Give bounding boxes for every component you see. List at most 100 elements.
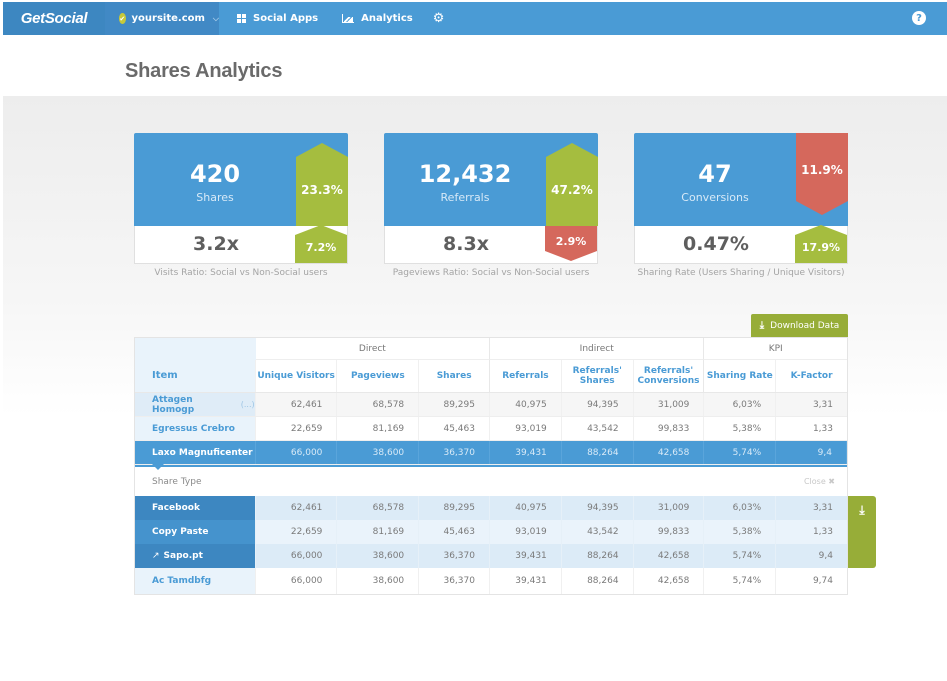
share-type-row[interactable]: Copy Paste 22,659 81,169 45,463 93,019 4…: [135, 520, 847, 544]
cell-referrals-conversions: 42,658: [634, 568, 705, 594]
cell-unique-visitors: 22,659: [255, 520, 338, 544]
help-icon[interactable]: ?: [912, 11, 926, 25]
cell-unique-visitors: 62,461: [255, 496, 338, 520]
cell-sharing-rate: 6,03%: [704, 393, 777, 416]
download-data-button[interactable]: ⤓ Download Data: [751, 314, 848, 337]
column-header-shares[interactable]: Shares: [419, 360, 491, 392]
download-icon: ⤓: [859, 503, 865, 517]
chevron-down-icon: ⌵: [212, 13, 219, 23]
share-type-cell[interactable]: ↗ Sapo.pt: [135, 544, 256, 568]
card-ratio: 8.3x: [443, 233, 489, 255]
group-header-row: Direct Indirect KPI: [135, 338, 848, 360]
trend-up-badge: 47.2%: [546, 143, 598, 226]
trend-up-badge: 17.9%: [795, 225, 847, 263]
cell-referrals-shares: 88,264: [562, 568, 634, 594]
trend-up-badge: 23.3%: [296, 143, 348, 226]
card-ratio: 0.47%: [683, 233, 749, 255]
shares-card: 420 Shares 23.3% 3.2x 7.2% Visits Ratio:…: [134, 133, 348, 278]
card-main: 12,432 Referrals: [384, 133, 546, 226]
card-top: 12,432 Referrals 47.2%: [384, 133, 598, 226]
cell-shares: 36,370: [419, 544, 490, 568]
cell-pageviews: 38,600: [337, 441, 420, 464]
share-type-row[interactable]: ↗ Sapo.pt 66,000 38,600 36,370 39,431 88,…: [135, 544, 847, 568]
cell-unique-visitors: 66,000: [255, 441, 338, 464]
getsocial-logo[interactable]: GetSocial: [3, 2, 105, 35]
referrals-card: 12,432 Referrals 47.2% 8.3x 2.9% Pagevie…: [384, 133, 598, 278]
cell-pageviews: 81,169: [337, 417, 420, 440]
cell-unique-visitors: 22,659: [256, 417, 338, 440]
cell-referrals-conversions: 99,833: [633, 520, 705, 544]
column-header-unique-visitors[interactable]: Unique Visitors: [256, 360, 338, 392]
column-header-row: Item Unique Visitors Pageviews Shares Re…: [135, 360, 847, 393]
download-share-types-button[interactable]: ⤓: [848, 496, 876, 568]
card-caption: Pageviews Ratio: Social vs Non-Social us…: [392, 268, 590, 278]
cell-k-factor: 3,31: [776, 393, 847, 416]
close-button[interactable]: Close ✖: [804, 477, 835, 486]
cell-k-factor: 1,33: [812, 423, 833, 434]
nav-analytics[interactable]: Analytics: [336, 2, 419, 35]
cell-unique-visitors: 66,000: [256, 568, 338, 594]
gear-icon[interactable]: ⚙: [433, 11, 445, 26]
cell-referrals: 40,975: [489, 393, 562, 416]
share-type-cell[interactable]: Facebook: [135, 496, 256, 520]
cell-referrals: 39,431: [489, 544, 562, 568]
card-top: 47 Conversions 11.9%: [634, 133, 848, 226]
item-cell[interactable]: Egressus Crebro: [135, 417, 256, 440]
share-type-label: Share Type: [152, 476, 202, 487]
cell-referrals: 93,019: [490, 417, 562, 440]
cell-referrals-shares: 94,395: [561, 496, 634, 520]
item-cell[interactable]: Laxo Magnuficenter: [135, 441, 256, 464]
item-group-spacer: [135, 338, 256, 360]
page-header: Shares Analytics: [3, 35, 947, 96]
column-header-referrals[interactable]: Referrals: [490, 360, 562, 392]
analytics-table: Direct Indirect KPI Item Unique Visitors…: [134, 337, 848, 595]
card-value: 420: [189, 160, 241, 188]
column-header-referrals-conversions[interactable]: Referrals' Conversions: [634, 360, 705, 392]
share-type-cell[interactable]: Copy Paste: [135, 520, 256, 544]
cell-referrals-shares: 88,264: [561, 441, 634, 464]
cell-referrals: 39,431: [490, 568, 562, 594]
cell-sharing-rate: 6,03%: [704, 496, 777, 520]
cell-referrals: 93,019: [489, 520, 562, 544]
item-cell[interactable]: Attagen Homogp (...): [135, 393, 256, 416]
column-header-item[interactable]: Item: [135, 360, 256, 392]
table-row-selected[interactable]: Laxo Magnuficenter 66,000 38,600 36,370 …: [135, 441, 847, 470]
column-header-referrals-shares[interactable]: Referrals' Shares: [562, 360, 634, 392]
top-navbar: GetSocial ✔ yoursite.com ⌵ Social Apps A…: [3, 2, 947, 35]
cell-pageviews: 38,600: [337, 544, 420, 568]
cell-referrals: 39,431: [489, 441, 562, 464]
card-bottom: 3.2x 7.2%: [134, 225, 348, 264]
cell-referrals-conversions: 42,658: [633, 544, 705, 568]
column-header-sharing-rate[interactable]: Sharing Rate: [704, 360, 777, 392]
chart-icon: [342, 14, 355, 23]
nav-social-apps-label: Social Apps: [253, 13, 319, 24]
share-type-row[interactable]: Facebook 62,461 68,578 89,295 40,975 94,…: [135, 496, 847, 520]
cell-referrals-conversions: 31,009: [633, 393, 705, 416]
cell-k-factor: 9,4: [776, 441, 847, 464]
external-link-icon[interactable]: ↗: [152, 551, 160, 561]
cell-referrals-shares: 94,395: [561, 393, 634, 416]
grid-icon: [237, 14, 246, 23]
cell-referrals-conversions: 31,009: [633, 496, 705, 520]
cell-referrals-shares: 43,542: [561, 520, 634, 544]
nav-social-apps[interactable]: Social Apps: [231, 2, 324, 35]
card-top: 420 Shares 23.3%: [134, 133, 348, 226]
cell-k-factor: 3,31: [776, 496, 847, 520]
table-row[interactable]: Attagen Homogp (...) 62,461 68,578 89,295…: [135, 393, 847, 417]
column-header-pageviews[interactable]: Pageviews: [337, 360, 420, 392]
table-row[interactable]: Egressus Crebro 22,659 81,169 45,463 93,…: [135, 417, 847, 441]
cell-shares: 89,295: [419, 393, 490, 416]
download-icon: ⤓: [759, 320, 765, 331]
column-header-k-factor[interactable]: K-Factor: [776, 360, 847, 392]
item-cell[interactable]: Ac Tamdbfg: [135, 568, 256, 594]
cell-k-factor: 9,74: [812, 576, 833, 586]
cell-sharing-rate: 5,74%: [704, 568, 777, 594]
card-caption: Visits Ratio: Social vs Non-Social users: [154, 268, 328, 278]
cell-shares: 36,370: [419, 441, 490, 464]
table-row[interactable]: Ac Tamdbfg 66,000 38,600 36,370 39,431 8…: [135, 568, 847, 594]
trend-down-badge: 11.9%: [796, 133, 848, 215]
site-selector[interactable]: ✔ yoursite.com ⌵: [105, 2, 219, 35]
download-data-label: Download Data: [770, 320, 840, 331]
cell-unique-visitors: 66,000: [255, 544, 338, 568]
cell-referrals-shares: 88,264: [561, 544, 634, 568]
